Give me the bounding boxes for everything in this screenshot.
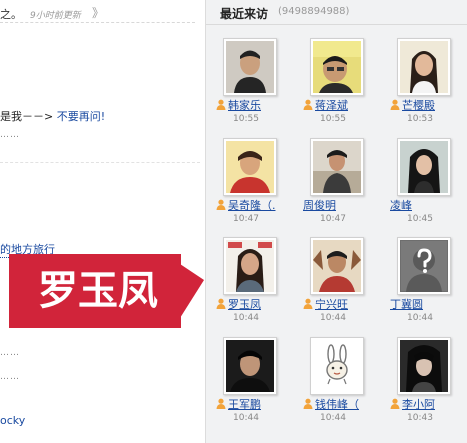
- visitor-name: 王军鹏: [216, 396, 261, 412]
- visit-time: 10:53: [407, 114, 433, 124]
- panel-title: 最近来访: [220, 7, 269, 21]
- visitor-name: 芒樱殿: [390, 97, 435, 113]
- visitor-name: 李小阿: [390, 396, 435, 412]
- avatar[interactable]: [397, 38, 451, 96]
- visit-time: 10:55: [320, 114, 346, 124]
- avatar-photo-icon: [226, 141, 274, 193]
- visitor-name-link[interactable]: 丁冀圆: [390, 298, 423, 311]
- avatar-photo-icon: [313, 141, 361, 193]
- visitor-name-link[interactable]: 李小阿: [402, 398, 435, 411]
- visitor-name-link[interactable]: 王军鹏: [228, 398, 261, 411]
- visitor-name: 宁兴旺: [303, 296, 348, 312]
- user-icon: [216, 199, 226, 210]
- visitor-name: 蒋泽斌: [303, 97, 348, 113]
- user-icon: [303, 298, 313, 309]
- user-icon: [390, 398, 400, 409]
- banner-pointer-arrow: [180, 264, 204, 318]
- user-icon: [390, 99, 400, 110]
- visit-time: 10:47: [233, 214, 259, 224]
- visitor-name: 凌峰: [390, 197, 412, 213]
- visitor-card: 凌峰 10:45: [380, 138, 460, 233]
- default-avatar-question-icon: [400, 240, 448, 292]
- visitor-card: 钱伟峰（ 10:44: [293, 337, 373, 432]
- avatar[interactable]: [397, 337, 451, 395]
- updated-time: 9小时前更新: [30, 11, 81, 21]
- avatar[interactable]: [397, 237, 451, 295]
- visitor-name: 韩家乐: [216, 97, 261, 113]
- visit-time: 10:44: [407, 313, 433, 323]
- visitor-card: 宁兴旺 10:44: [293, 237, 373, 332]
- visitor-name-link[interactable]: 凌峰: [390, 199, 412, 212]
- visit-time: 10:43: [407, 413, 433, 423]
- user-icon: [216, 398, 226, 409]
- visitor-name-link[interactable]: 吴奇隆（.: [228, 199, 276, 212]
- avatar-photo-icon: [226, 340, 274, 392]
- status-prefix: 是我－－>: [0, 110, 54, 123]
- cartoon-rabbit-avatar-icon: [313, 340, 361, 392]
- user-icon: [303, 99, 313, 110]
- status-link[interactable]: 不要再问!: [57, 110, 105, 123]
- visitor-card: 王军鹏 10:44: [206, 337, 286, 432]
- more-dots[interactable]: ……: [0, 372, 20, 382]
- visit-time: 10:55: [233, 114, 259, 124]
- visitor-name-link[interactable]: 罗玉凤: [228, 298, 261, 311]
- status-line: 是我－－> 不要再问!: [0, 108, 105, 124]
- visit-time: 10:45: [407, 214, 433, 224]
- avatar-photo-icon: [313, 240, 361, 292]
- avatar[interactable]: [310, 237, 364, 295]
- visit-time: 10:44: [320, 413, 346, 423]
- visit-time: 10:44: [233, 413, 259, 423]
- visitor-name-link[interactable]: 宁兴旺: [315, 298, 348, 311]
- avatar-photo-icon: [313, 41, 361, 93]
- visitor-card: 芒樱殿 10:53: [380, 38, 460, 133]
- avatar[interactable]: [223, 138, 277, 196]
- visitor-name: 罗玉凤: [216, 296, 261, 312]
- avatar[interactable]: [223, 237, 277, 295]
- rocky-link[interactable]: ocky: [0, 414, 25, 427]
- avatar[interactable]: [310, 138, 364, 196]
- avatar-photo-icon: [400, 141, 448, 193]
- feed-column: 之。 9小时前更新 》 是我－－> 不要再问! …… 的地方旅行 …… …… o…: [0, 0, 205, 443]
- avatar[interactable]: [310, 38, 364, 96]
- banner-text: 罗玉凤: [38, 267, 158, 314]
- visitor-name-link[interactable]: 芒樱殿: [402, 99, 435, 112]
- avatar[interactable]: [223, 337, 277, 395]
- visitor-name: 周俊明: [303, 197, 336, 213]
- avatar-photo-icon: [400, 41, 448, 93]
- user-icon: [216, 298, 226, 309]
- user-icon: [303, 398, 313, 409]
- avatar-photo-icon: [400, 340, 448, 392]
- avatar[interactable]: [223, 38, 277, 96]
- user-icon: [216, 99, 226, 110]
- more-dots[interactable]: ……: [0, 130, 20, 140]
- avatar[interactable]: [310, 337, 364, 395]
- visitor-card: 蒋泽斌 10:55: [293, 38, 373, 133]
- avatar[interactable]: [397, 138, 451, 196]
- avatar-photo-icon: [226, 41, 274, 93]
- visit-time: 10:44: [233, 313, 259, 323]
- visitor-card: 韩家乐 10:55: [206, 38, 286, 133]
- visitor-card: 丁冀圆 10:44: [380, 237, 460, 332]
- expand-chevron-icon[interactable]: 》: [92, 4, 104, 21]
- visitor-name-link[interactable]: 钱伟峰（: [315, 398, 359, 411]
- more-dots[interactable]: ……: [0, 348, 20, 358]
- recent-visitors-panel: 最近来访 (9498894988) 韩家乐 10:55 蒋泽斌 10:55 芒樱…: [205, 0, 467, 443]
- visitor-card: 罗玉凤 10:44: [206, 237, 286, 332]
- visitor-card: 李小阿 10:43: [380, 337, 460, 432]
- visit-time: 10:47: [320, 214, 346, 224]
- avatar-photo-icon: [226, 240, 274, 292]
- feed-divider: [0, 162, 200, 163]
- visitor-name-link[interactable]: 韩家乐: [228, 99, 261, 112]
- visitor-name: 吴奇隆（.: [216, 197, 276, 213]
- visitor-card: 吴奇隆（. 10:47: [206, 138, 286, 233]
- visit-time: 10:44: [320, 313, 346, 323]
- visitor-name: 丁冀圆: [390, 296, 423, 312]
- visitor-name: 钱伟峰（: [303, 396, 359, 412]
- visitor-count: (9498894988): [278, 6, 350, 17]
- visitor-name-link[interactable]: 周俊明: [303, 199, 336, 212]
- visitor-card: 周俊明 10:47: [293, 138, 373, 233]
- feed-title-fragment[interactable]: 之。: [0, 6, 22, 22]
- panel-header: 最近来访 (9498894988): [206, 0, 467, 25]
- visitor-name-link[interactable]: 蒋泽斌: [315, 99, 348, 112]
